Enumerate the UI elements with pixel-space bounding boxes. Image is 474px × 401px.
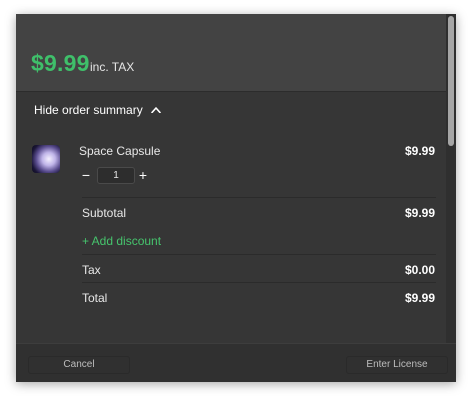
total-row: Total $9.99 xyxy=(82,282,436,311)
quantity-decrement-button[interactable]: − xyxy=(80,167,92,183)
add-discount-link[interactable]: + Add discount xyxy=(82,234,161,248)
price-header: $9.99 inc. TAX xyxy=(16,14,456,92)
subtotal-row: Subtotal $9.99 xyxy=(82,197,436,226)
tax-value: $0.00 xyxy=(404,263,435,277)
quantity-increment-button[interactable]: + xyxy=(137,167,149,183)
toggle-order-summary[interactable]: Hide order summary xyxy=(34,103,161,117)
checkout-dialog: $9.99 inc. TAX Hide order summary Space … xyxy=(16,14,456,382)
product-price: $9.99 xyxy=(404,144,435,158)
tax-note: inc. TAX xyxy=(90,60,135,74)
tax-row: Tax $0.00 xyxy=(82,254,436,283)
total-value: $9.99 xyxy=(404,291,435,305)
header-price: $9.99 xyxy=(31,50,90,76)
scrollbar-thumb[interactable] xyxy=(448,16,454,146)
dialog-footer: Cancel Enter License xyxy=(16,343,456,382)
subtotal-label: Subtotal xyxy=(82,206,127,220)
chevron-up-icon xyxy=(150,107,161,113)
enter-license-button[interactable]: Enter License xyxy=(346,356,448,374)
subtotal-value: $9.99 xyxy=(404,206,435,220)
cancel-button[interactable]: Cancel xyxy=(28,356,130,374)
toggle-label: Hide order summary xyxy=(34,103,143,117)
scrollbar[interactable] xyxy=(446,14,456,344)
tax-label: Tax xyxy=(82,263,101,277)
product-name: Space Capsule xyxy=(79,144,161,158)
total-label: Total xyxy=(82,291,108,305)
product-thumbnail xyxy=(32,145,60,173)
quantity-input[interactable]: 1 xyxy=(97,167,135,184)
